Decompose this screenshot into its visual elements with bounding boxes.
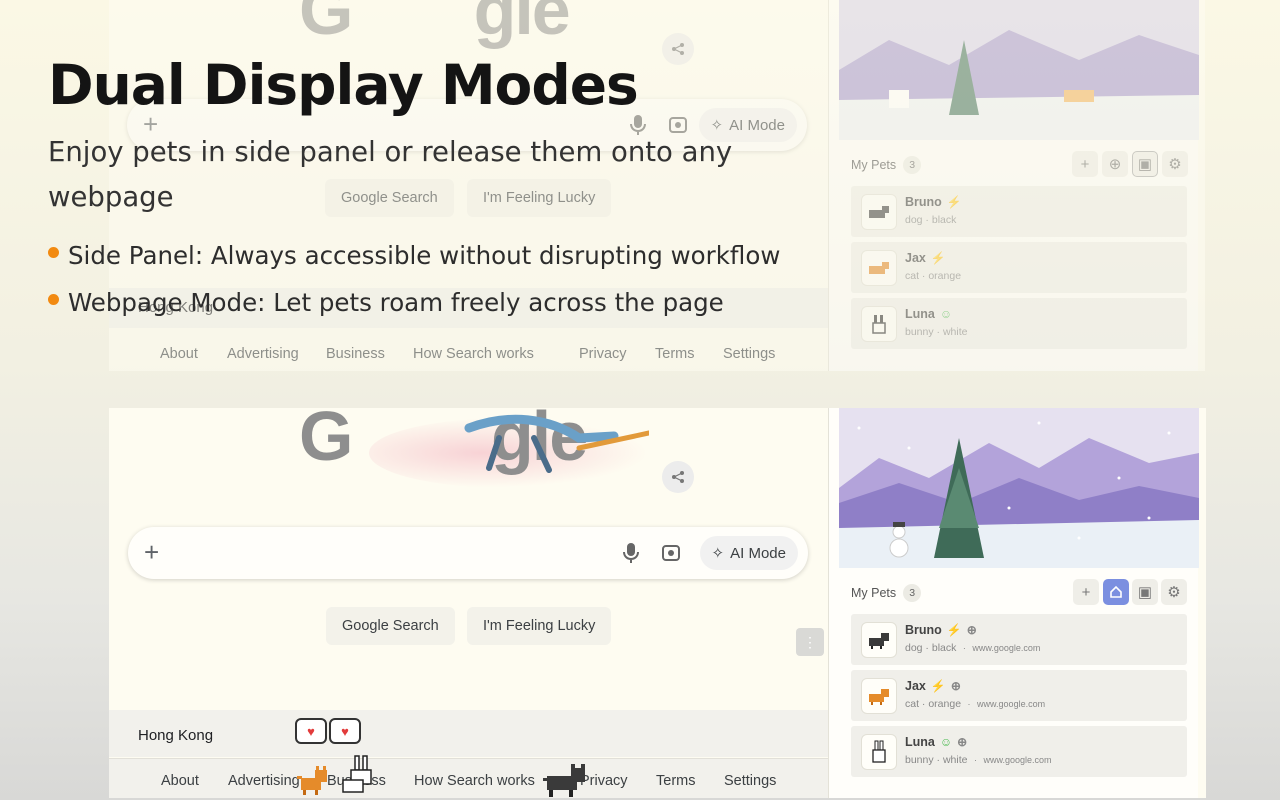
add-pet-icon[interactable]: + bbox=[1072, 151, 1098, 177]
lens-icon[interactable] bbox=[660, 541, 682, 565]
ai-mode-icon: ✧ bbox=[711, 545, 725, 562]
gear-icon[interactable]: ⚙ bbox=[1161, 579, 1187, 605]
feature-item: Side Panel: Always accessible without di… bbox=[48, 232, 848, 279]
cat-sprite-avatar bbox=[861, 250, 897, 286]
footer-link-advertising[interactable]: Advertising bbox=[228, 773, 300, 789]
footer-link-terms[interactable]: Terms bbox=[656, 773, 695, 789]
feature-list: Side Panel: Always accessible without di… bbox=[48, 232, 848, 326]
hero-text-block: Dual Display Modes Enjoy pets in side pa… bbox=[48, 52, 848, 326]
pet-hearts-bubble: ♥ ♥ bbox=[295, 718, 361, 744]
globe-icon: ⊕ bbox=[957, 735, 968, 749]
footer-link-terms[interactable]: Terms bbox=[655, 346, 694, 362]
cat-sprite[interactable] bbox=[297, 766, 333, 796]
heart-icon: ♥ bbox=[295, 718, 327, 744]
add-pet-icon[interactable]: + bbox=[1073, 579, 1099, 605]
pet-card[interactable]: Jax ⚡ cat · orange bbox=[851, 242, 1187, 293]
footer-link-advertising[interactable]: Advertising bbox=[227, 346, 299, 362]
my-pets-label: My Pets bbox=[851, 158, 897, 172]
hero-title: Dual Display Modes bbox=[48, 53, 639, 117]
footer-link-about[interactable]: About bbox=[161, 773, 199, 789]
pet-site: www.google.com bbox=[983, 755, 1052, 765]
my-pets-header: My Pets 3 bbox=[851, 584, 922, 602]
feature-item: Webpage Mode: Let pets roam freely acros… bbox=[48, 279, 848, 326]
my-pets-header: My Pets 3 bbox=[851, 156, 922, 174]
hero-subtitle: Enjoy pets in side panel or release them… bbox=[48, 136, 733, 213]
pet-card[interactable]: Luna ☺ bunny · white bbox=[851, 298, 1187, 349]
bolt-icon: ⚡ bbox=[930, 251, 946, 265]
footer-link-how-search-works[interactable]: How Search works bbox=[413, 346, 534, 362]
pet-site: www.google.com bbox=[977, 699, 1046, 709]
dog-sprite-avatar bbox=[861, 194, 897, 230]
pet-card[interactable]: Bruno ⚡ dog · black bbox=[851, 186, 1187, 237]
footer-location-bar: Hong Kong bbox=[109, 710, 828, 757]
ai-mode-label: AI Mode bbox=[730, 544, 786, 562]
footer-link-how-search-works[interactable]: How Search works bbox=[414, 773, 535, 789]
microphone-icon[interactable] bbox=[620, 541, 642, 565]
pet-meta: dog · black bbox=[905, 214, 957, 226]
footer-link-privacy[interactable]: Privacy bbox=[579, 346, 627, 362]
google-search-button[interactable]: Google Search bbox=[326, 607, 455, 645]
pet-count-badge: 3 bbox=[903, 156, 922, 174]
pet-name: Luna bbox=[905, 307, 935, 321]
bunny-sprite[interactable] bbox=[337, 754, 377, 798]
pet-site: www.google.com bbox=[972, 643, 1041, 653]
ai-mode-button[interactable]: ✧ AI Mode bbox=[699, 536, 798, 570]
pet-name: Bruno bbox=[905, 623, 942, 637]
screenshot-webpage-mode: G gle + ✧ AI Mode Google Search I'm Feeli… bbox=[109, 397, 1206, 798]
pet-side-panel: My Pets 3 + ▣ ⚙ Bruno ⚡ ⊕ dog · black · ww… bbox=[828, 408, 1199, 798]
pet-meta: dog · black bbox=[905, 642, 957, 654]
my-pets-label: My Pets bbox=[851, 586, 897, 600]
bunny-sprite-avatar bbox=[861, 306, 897, 342]
google-doodle-logo: G gle bbox=[299, 0, 571, 49]
plus-icon[interactable]: + bbox=[144, 538, 159, 566]
footer-link-settings[interactable]: Settings bbox=[724, 773, 776, 789]
pet-meta: bunny · white bbox=[905, 326, 968, 338]
bullet-dot bbox=[48, 247, 59, 258]
home-icon[interactable] bbox=[1103, 579, 1129, 605]
globe-icon: ⊕ bbox=[950, 679, 961, 693]
winter-scene-image bbox=[839, 0, 1199, 140]
smile-icon: ☺ bbox=[939, 307, 953, 321]
smile-icon: ☺ bbox=[939, 735, 953, 749]
dog-sprite[interactable] bbox=[543, 764, 593, 798]
cat-sprite-avatar bbox=[861, 678, 897, 714]
search-box[interactable]: + ✧ AI Mode bbox=[128, 527, 808, 579]
more-options-button[interactable]: ⋮ bbox=[796, 628, 824, 656]
feature-text: Webpage Mode: Let pets roam freely acros… bbox=[68, 288, 724, 317]
image-icon[interactable]: ▣ bbox=[1132, 151, 1158, 177]
google-homepage: G gle + ✧ AI Mode Google Search I'm Feeli… bbox=[109, 397, 828, 798]
pet-meta: bunny · white bbox=[905, 754, 968, 766]
dog-sprite-avatar bbox=[861, 622, 897, 658]
footer-link-settings[interactable]: Settings bbox=[723, 346, 775, 362]
feeling-lucky-button[interactable]: I'm Feeling Lucky bbox=[467, 607, 612, 645]
pet-name: Bruno bbox=[905, 195, 942, 209]
gear-icon[interactable]: ⚙ bbox=[1162, 151, 1188, 177]
image-icon[interactable]: ▣ bbox=[1132, 579, 1158, 605]
pet-name: Jax bbox=[905, 251, 926, 265]
globe-icon: ⊕ bbox=[966, 623, 977, 637]
pet-card[interactable]: Jax ⚡ ⊕ cat · orange · www.google.com bbox=[851, 670, 1187, 721]
footer-link-about[interactable]: About bbox=[160, 346, 198, 362]
bolt-icon: ⚡ bbox=[930, 679, 946, 693]
feature-text: Side Panel: Always accessible without di… bbox=[68, 241, 781, 270]
pet-count-badge: 3 bbox=[903, 584, 922, 602]
bullet-dot bbox=[48, 294, 59, 305]
pet-card[interactable]: Bruno ⚡ ⊕ dog · black · www.google.com bbox=[851, 614, 1187, 665]
pet-name: Luna bbox=[905, 735, 935, 749]
footer-link-business[interactable]: Business bbox=[326, 346, 385, 362]
pet-card[interactable]: Luna ☺ ⊕ bunny · white · www.google.com bbox=[851, 726, 1187, 777]
pet-name: Jax bbox=[905, 679, 926, 693]
pet-meta: cat · orange bbox=[905, 270, 962, 282]
location-text: Hong Kong bbox=[138, 727, 214, 744]
winter-scene-image bbox=[839, 408, 1199, 568]
bunny-sprite-avatar bbox=[861, 734, 897, 770]
globe-icon[interactable]: ⊕ bbox=[1102, 151, 1128, 177]
pet-side-panel: My Pets 3 + ⊕ ▣ ⚙ Bruno ⚡ dog · black Jax… bbox=[828, 0, 1199, 371]
bolt-icon: ⚡ bbox=[946, 195, 962, 209]
bolt-icon: ⚡ bbox=[946, 623, 962, 637]
skater-doodle-icon bbox=[464, 414, 649, 473]
heart-icon: ♥ bbox=[329, 718, 361, 744]
share-icon[interactable] bbox=[662, 461, 694, 493]
pet-meta: cat · orange bbox=[905, 698, 962, 710]
